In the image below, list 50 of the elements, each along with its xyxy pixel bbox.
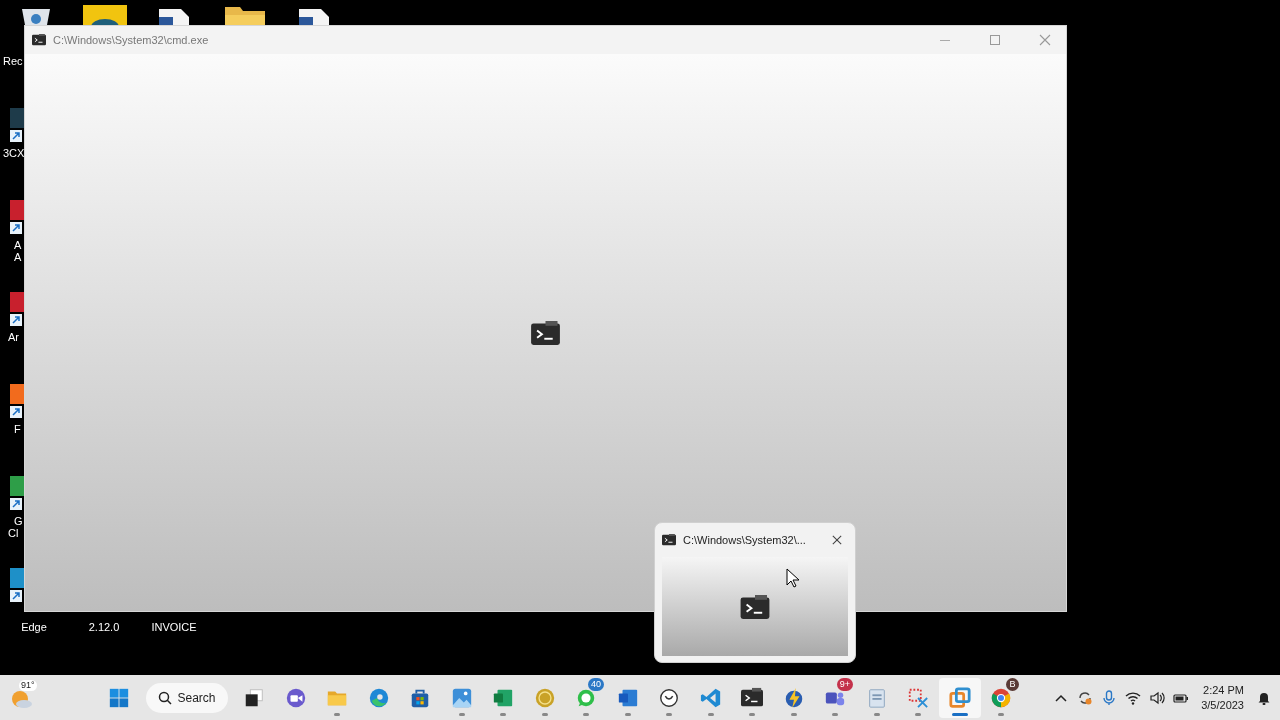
icon-label: 2.12.0 xyxy=(88,621,120,633)
pointer-cursor-icon xyxy=(786,568,800,588)
browser-icon xyxy=(990,686,1013,709)
window-title: C:\Windows\System32\... xyxy=(683,532,807,548)
terminal-icon xyxy=(741,686,764,709)
taskbar-button[interactable]: B xyxy=(980,677,1022,718)
weather-widget[interactable]: 91° xyxy=(0,677,44,718)
terminal-icon xyxy=(32,34,46,46)
folder-icon xyxy=(225,5,265,25)
volume-icon xyxy=(1149,689,1166,706)
icon-label: G xyxy=(14,515,23,527)
window-preview[interactable]: C:\Windows\System32\... xyxy=(654,522,856,663)
icon-label: INVOICE xyxy=(151,621,197,633)
maximize-icon xyxy=(988,34,1001,46)
terminal-icon xyxy=(530,320,561,345)
code-editor-icon xyxy=(699,686,722,709)
icon-label: A xyxy=(14,239,22,251)
icon-label: Rec xyxy=(3,55,23,67)
notification-count: 9+ xyxy=(836,677,853,691)
icon-label: Ar xyxy=(8,331,19,343)
browser-icon xyxy=(367,686,390,709)
coin-icon xyxy=(533,686,556,709)
clock[interactable]: 2:24 PM 3/5/2023 xyxy=(1197,682,1248,713)
notification-count: B xyxy=(1006,677,1019,691)
overlapping-squares-icon xyxy=(948,686,971,709)
icon-label: Cl xyxy=(8,527,19,539)
notification-count: 40 xyxy=(588,677,604,691)
terminal-icon xyxy=(740,594,770,619)
icon-label: A xyxy=(14,251,22,263)
sync-icon xyxy=(1077,689,1094,706)
icon-label: 3CX xyxy=(3,147,25,159)
taskbar-button[interactable]: 9+ xyxy=(814,677,856,718)
search-icon xyxy=(157,690,172,705)
terminal-icon xyxy=(662,534,676,546)
start-icon xyxy=(107,686,130,709)
microphone-icon xyxy=(1101,689,1118,706)
icon-label: Edge xyxy=(21,621,47,633)
window-title: C:\Windows\System32\cmd.exe xyxy=(53,32,210,48)
photo-icon xyxy=(450,686,473,709)
taskbar-button[interactable]: 40 xyxy=(565,677,607,718)
task-view-icon xyxy=(243,686,266,709)
video-camera-icon xyxy=(284,686,307,709)
circle-logo-icon xyxy=(658,686,681,709)
icon-label: F xyxy=(14,423,21,435)
app-icon xyxy=(83,5,127,25)
close-icon xyxy=(832,535,842,545)
search-button[interactable]: Search xyxy=(145,682,228,713)
scissors-icon xyxy=(907,686,930,709)
close-icon xyxy=(1038,34,1051,46)
temperature: 91° xyxy=(19,679,37,691)
